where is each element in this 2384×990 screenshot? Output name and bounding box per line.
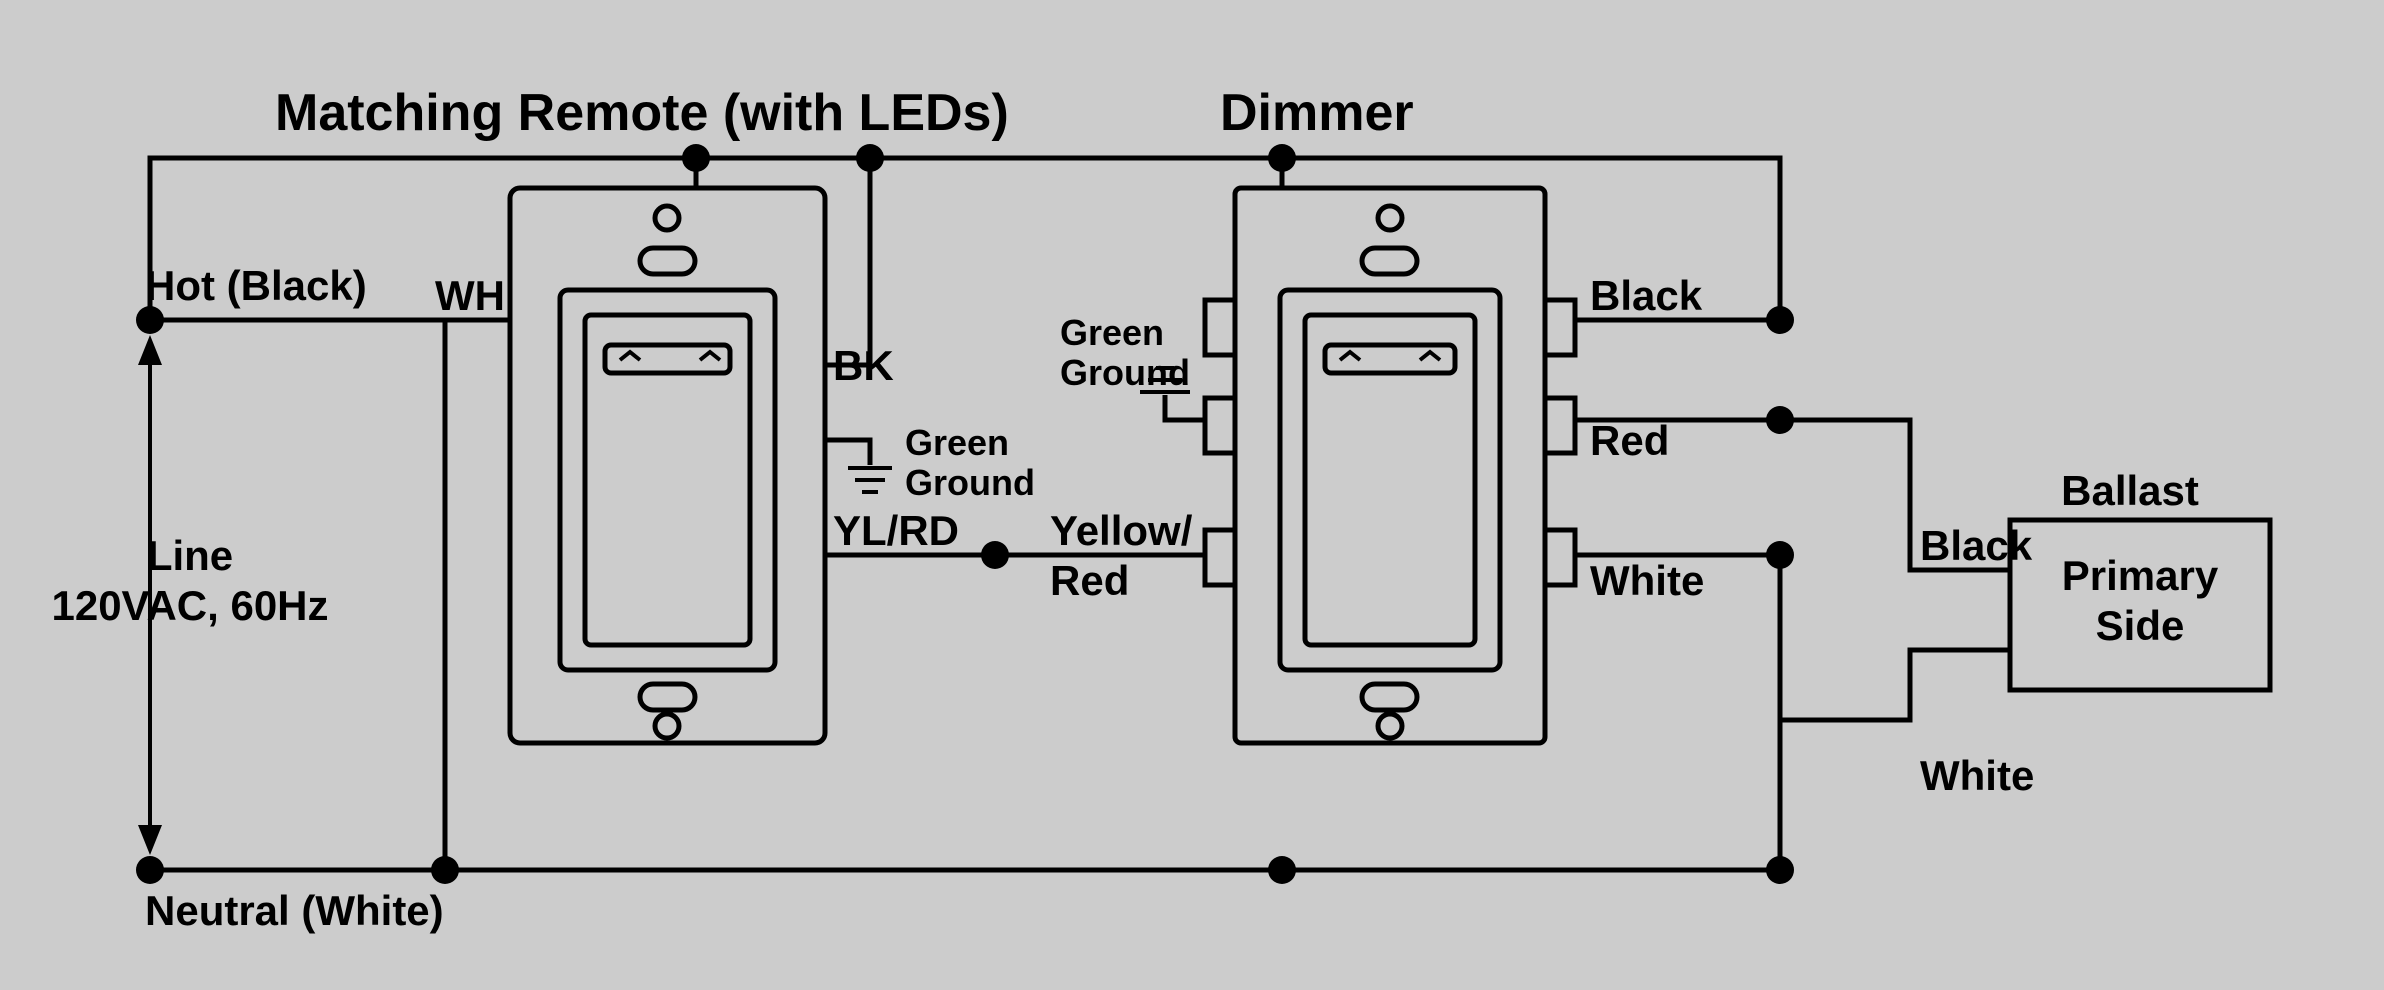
device-dimmer (1140, 188, 1575, 743)
label-ballast-box-2: Side (2096, 602, 2185, 649)
node-ylrd (981, 541, 1009, 569)
node-dimmer-neutral (1268, 856, 1296, 884)
title-remote: Matching Remote (with LEDs) (275, 84, 1009, 142)
labels: Matching Remote (with LEDs) Dimmer Hot (… (51, 84, 2218, 934)
label-line-1: Line (147, 532, 233, 579)
label-dimmer-ground-1: Green (1060, 312, 1164, 353)
label-line-2: 120VAC, 60Hz (51, 582, 328, 629)
title-dimmer: Dimmer (1220, 84, 1414, 142)
label-remote-wh: WH (435, 272, 505, 319)
label-remote-ground-2: Ground (905, 462, 1035, 503)
device-matching-remote (510, 188, 892, 743)
wire-white-to-ballast-white (1780, 555, 2010, 720)
node-remote-wh-neutral (431, 856, 459, 884)
label-ballast-black: Black (1920, 522, 2033, 569)
label-remote-ground-1: Green (905, 422, 1009, 463)
wiring-diagram: Matching Remote (with LEDs) Dimmer Hot (… (0, 0, 2384, 990)
label-remote-ylrd: YL/RD (833, 507, 959, 554)
label-dimmer-white: White (1590, 557, 1704, 604)
wire-top-to-dimmer (696, 158, 1282, 188)
label-dimmer-black: Black (1590, 272, 1703, 319)
label-neutral: Neutral (White) (145, 887, 444, 934)
ground-symbol-remote (848, 468, 892, 492)
label-dimmer-red: Red (1590, 417, 1669, 464)
label-remote-bk: BK (833, 342, 894, 389)
label-ballast-white: White (1920, 752, 2034, 799)
label-hot: Hot (Black) (145, 262, 367, 309)
label-ballast-title: Ballast (2061, 467, 2199, 514)
label-dimmer-yr-1: Yellow/ (1050, 507, 1193, 554)
label-ballast-box-1: Primary (2062, 552, 2219, 599)
wire-remote-bk-tap (825, 158, 870, 365)
label-dimmer-ground-2: Ground (1060, 352, 1190, 393)
label-dimmer-yr-2: Red (1050, 557, 1129, 604)
node-remote-bk-top (856, 144, 884, 172)
